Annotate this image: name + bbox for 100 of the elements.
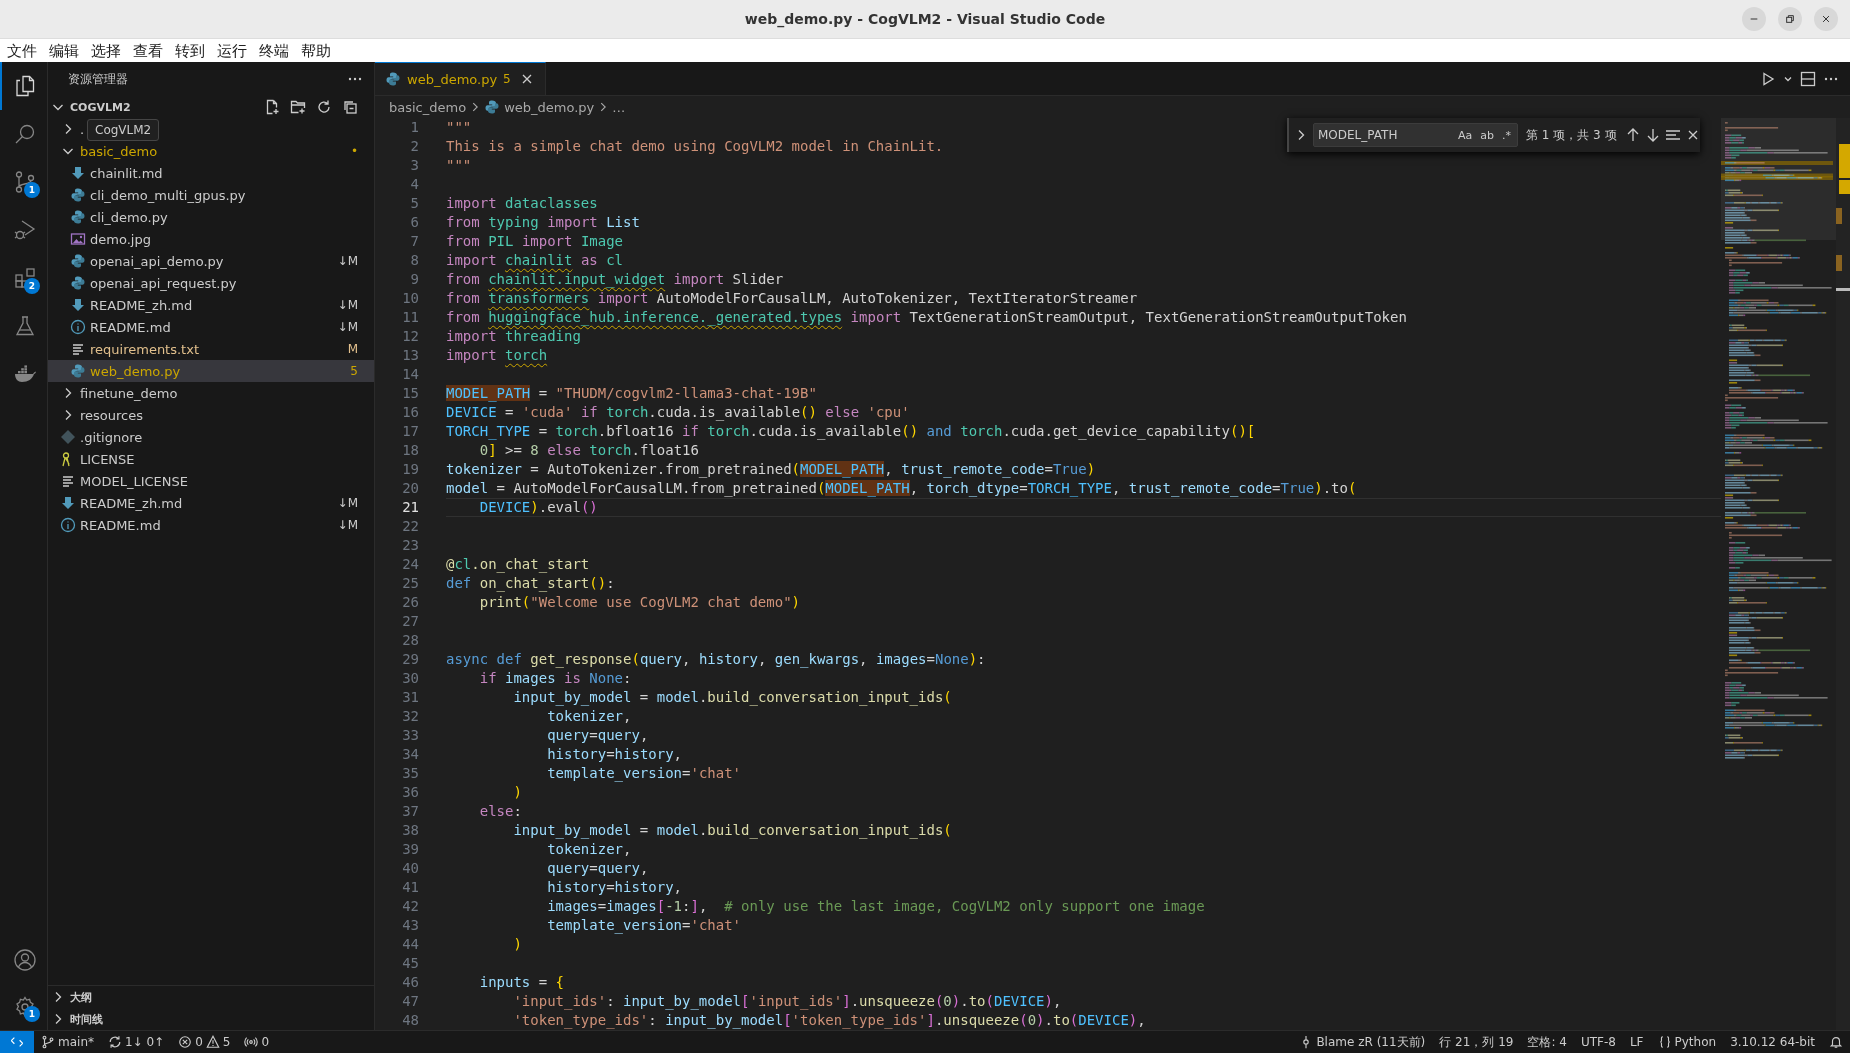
code-line: history=history, bbox=[546, 878, 683, 897]
status-item[interactable]: 行 21，列 19 bbox=[1432, 1031, 1521, 1053]
file-name[interactable]: openai_api_request.py bbox=[90, 275, 237, 291]
line-number: 4 bbox=[409, 175, 419, 194]
file-name[interactable]: chainlit.md bbox=[90, 165, 163, 181]
file-name[interactable]: cli_demo.py bbox=[90, 209, 168, 225]
files-icon bbox=[13, 74, 37, 98]
file-name[interactable]: README_zh.md bbox=[90, 297, 193, 313]
menu-item[interactable]: 运行 bbox=[210, 39, 252, 62]
menu-item[interactable]: 终端 bbox=[252, 39, 294, 62]
python-icon bbox=[385, 71, 401, 87]
file-name[interactable]: web_demo.py bbox=[90, 363, 181, 379]
image-icon bbox=[70, 231, 86, 247]
info-icon bbox=[70, 319, 86, 335]
text-lines-icon bbox=[70, 341, 86, 357]
more-button[interactable] bbox=[348, 77, 362, 81]
git-status-label: 5 bbox=[349, 364, 358, 378]
file-name[interactable]: README.md bbox=[80, 517, 161, 533]
status-item[interactable]: 3.10.12 64-bit bbox=[1723, 1031, 1822, 1053]
folder-name[interactable]: resources bbox=[80, 407, 143, 423]
menu-item[interactable]: 转到 bbox=[168, 39, 210, 62]
line-number: 8 bbox=[409, 251, 419, 270]
git-status-label: ↓M bbox=[337, 320, 358, 334]
status-item[interactable]: main* bbox=[34, 1031, 101, 1053]
split-editor-button[interactable] bbox=[1800, 70, 1816, 87]
file-name[interactable]: demo.jpg bbox=[90, 231, 151, 247]
code-line: print("Welcome use CogVLM2 chat demo") bbox=[478, 593, 801, 612]
status-item[interactable]: LF bbox=[1622, 1031, 1651, 1053]
run-menu-button[interactable] bbox=[1784, 75, 1792, 82]
file-name[interactable]: openai_api_demo.py bbox=[90, 253, 224, 269]
line-number: 7 bbox=[409, 232, 419, 251]
code-line: """ bbox=[446, 156, 472, 175]
status-item[interactable]: 0 bbox=[237, 1031, 277, 1053]
code-line: input_by_model = model.build_conversation_input_ids( bbox=[512, 821, 952, 840]
search-icon bbox=[13, 122, 37, 146]
down-arrow-icon bbox=[70, 297, 86, 313]
breadcrumb-item[interactable]: basic_demo bbox=[389, 99, 467, 115]
find-option-toggle[interactable]: Aa bbox=[1456, 128, 1475, 142]
breadcrumb-item[interactable]: … bbox=[612, 99, 626, 115]
status-item[interactable]: 空格: 4 bbox=[1520, 1031, 1574, 1053]
section-header[interactable]: 时间线 bbox=[48, 1008, 374, 1030]
extensions-icon bbox=[13, 266, 37, 290]
status-item[interactable]: UTF-8 bbox=[1573, 1031, 1623, 1053]
folder-name[interactable]: basic_demo bbox=[80, 143, 158, 159]
menu-item[interactable]: 编辑 bbox=[42, 39, 84, 62]
line-number: 21 bbox=[401, 498, 419, 517]
line-number: 6 bbox=[409, 213, 419, 232]
find-option-toggle[interactable]: .* bbox=[1500, 128, 1513, 142]
file-name[interactable]: MODEL_LICENSE bbox=[80, 473, 188, 489]
activity-button[interactable]: 1 bbox=[0, 158, 48, 206]
menu-item[interactable]: 查看 bbox=[126, 39, 168, 62]
restore-icon bbox=[1785, 14, 1795, 24]
notification-badge: 1 bbox=[24, 182, 40, 198]
file-name[interactable]: cli_demo_multi_gpus.py bbox=[90, 187, 246, 203]
status-item[interactable]: Blame zR (11天前) bbox=[1292, 1031, 1433, 1053]
line-number: 16 bbox=[401, 403, 419, 422]
line-number: 5 bbox=[409, 194, 419, 213]
problem-count: 5 bbox=[503, 72, 511, 86]
more-actions-button[interactable] bbox=[1824, 76, 1838, 81]
menu-item[interactable]: 帮助 bbox=[294, 39, 336, 62]
line-number: 29 bbox=[401, 650, 419, 669]
menu-item[interactable]: 文件 bbox=[0, 39, 42, 62]
file-name[interactable]: README_zh.md bbox=[80, 495, 183, 511]
folder-name[interactable]: . bbox=[80, 121, 85, 137]
line-number: 22 bbox=[401, 517, 419, 536]
activity-button[interactable]: 2 bbox=[0, 254, 48, 302]
sync-icon bbox=[108, 1035, 122, 1049]
breadcrumb-item[interactable]: web_demo.py bbox=[484, 99, 595, 115]
status-item[interactable]: Python bbox=[1650, 1031, 1724, 1053]
remote-button[interactable] bbox=[0, 1031, 34, 1053]
line-number: 9 bbox=[409, 270, 419, 289]
menu-item[interactable]: 选择 bbox=[84, 39, 126, 62]
code-line: @cl.on_chat_start bbox=[446, 555, 590, 574]
file-name[interactable]: requirements.txt bbox=[90, 341, 199, 357]
code-line: else: bbox=[478, 802, 522, 821]
activity-button[interactable]: 1 bbox=[0, 983, 48, 1030]
code-line: inputs = { bbox=[478, 973, 565, 992]
git-status-label: M bbox=[347, 342, 358, 356]
section-header[interactable]: 大纲 bbox=[48, 986, 374, 1008]
restore-button[interactable] bbox=[1778, 7, 1802, 31]
code-line: model = AutoModelForCausalLM.from_pretrained(MODEL_PATH, torch_dtype=TORCH_TYPE, trust_remote_code=True).to( bbox=[446, 479, 1357, 498]
tooltip: CogVLM2 bbox=[87, 119, 160, 141]
line-number: 36 bbox=[401, 783, 419, 802]
code-line: query=query, bbox=[546, 859, 649, 878]
workspace-name[interactable]: COGVLM2 bbox=[70, 100, 258, 114]
line-number: 17 bbox=[401, 422, 419, 441]
editor-tab[interactable]: web_demo.py 5 bbox=[375, 62, 546, 95]
find-option-toggle[interactable]: ab bbox=[1478, 128, 1496, 142]
find-in-selection-button[interactable] bbox=[1664, 127, 1681, 143]
status-item[interactable]: 0 5 bbox=[171, 1031, 238, 1053]
file-name[interactable]: .gitignore bbox=[80, 429, 143, 445]
folder-name[interactable]: finetune_demo bbox=[80, 385, 178, 401]
find-input[interactable]: MODEL_PATH Aa ab .* bbox=[1313, 123, 1518, 147]
account-icon bbox=[13, 947, 37, 972]
code-line: 0] >= 8 else torch.float16 bbox=[478, 441, 699, 460]
panel-title: 资源管理器 bbox=[68, 70, 128, 88]
file-name[interactable]: LICENSE bbox=[80, 451, 135, 467]
file-name[interactable]: README.md bbox=[90, 319, 171, 335]
run-button[interactable] bbox=[1760, 70, 1776, 87]
status-item[interactable]: 1↓ 0↑ bbox=[101, 1031, 172, 1053]
